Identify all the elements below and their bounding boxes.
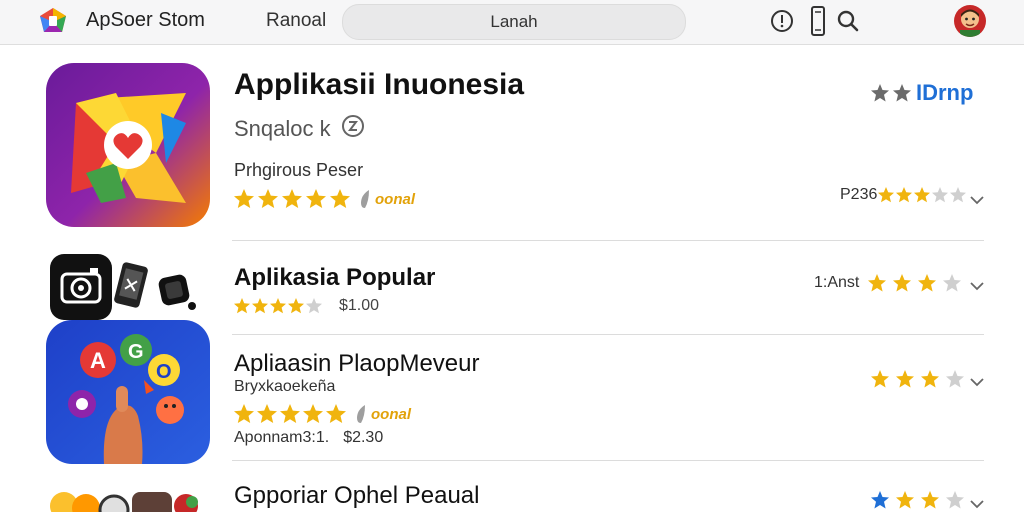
app-price: $1.00 xyxy=(339,297,380,314)
featured-price-rating: P236 xyxy=(840,186,973,204)
divider xyxy=(232,460,984,461)
app-meta: Aponnam3:1. $2.30 xyxy=(234,429,383,447)
chevron-down-icon[interactable] xyxy=(970,374,984,387)
info-icon[interactable] xyxy=(768,7,796,35)
svg-text:O: O xyxy=(156,361,172,383)
featured-app-subtitle: Snqaloc k xyxy=(234,114,365,144)
star-rating-icon xyxy=(868,274,962,292)
search-bar[interactable]: Lanah xyxy=(342,4,686,40)
star-rating-icon xyxy=(871,491,964,509)
app-right-rating xyxy=(870,369,970,394)
leaf-icon xyxy=(355,404,367,424)
leaf-icon xyxy=(359,189,371,209)
star-rating-icon xyxy=(871,370,964,388)
featured-price: P236 xyxy=(840,186,878,203)
star-rating-icon xyxy=(234,189,350,208)
game-app-icon[interactable]: A G O xyxy=(46,320,210,464)
user-avatar[interactable] xyxy=(954,5,986,37)
app-developer: Bryxkaoekeña xyxy=(234,378,336,395)
gray-stars-icon xyxy=(871,84,911,102)
app-rating-stars: oonal xyxy=(233,403,411,425)
divider xyxy=(232,334,984,335)
star-rating-icon xyxy=(878,187,967,203)
featured-app-title[interactable]: Applikasii Inuonesia xyxy=(234,68,524,102)
phone-app-icon[interactable] xyxy=(112,262,150,308)
chevron-down-icon[interactable] xyxy=(970,192,984,205)
featured-subtitle-text: Snqaloc k xyxy=(234,116,331,141)
nav-link[interactable]: Ranoal xyxy=(266,10,326,32)
chevron-down-icon[interactable] xyxy=(970,278,984,291)
star-rating-icon xyxy=(234,404,346,423)
emoji-app-icons[interactable] xyxy=(46,484,210,512)
search-text: Lanah xyxy=(490,12,538,31)
search-icon[interactable] xyxy=(834,7,862,35)
app-right-label: 1:Anst xyxy=(814,274,860,291)
app-store-logo-icon[interactable] xyxy=(38,6,68,36)
app-meta-text: Aponnam3:1. xyxy=(234,429,330,446)
featured-right-label: IDrnp xyxy=(870,80,973,106)
camera-app-icon[interactable] xyxy=(50,254,112,320)
app-right-rating: 1:Anst xyxy=(814,273,967,293)
divider xyxy=(232,240,984,241)
watch-app-icon[interactable] xyxy=(156,270,196,312)
featured-app-developer: Prhgirous Peser xyxy=(234,160,364,180)
app-title[interactable]: Aplikasia Popular xyxy=(234,264,435,292)
app-badge: oonal xyxy=(371,405,411,423)
featured-badge: oonal xyxy=(375,190,415,208)
featured-rating-stars: oonal xyxy=(233,188,415,210)
app-rating-stars: $1.00 xyxy=(233,297,379,315)
app-name: ApSoer Stom xyxy=(86,9,205,31)
top-bar: ApSoer Stom Ranoal Lanah xyxy=(0,0,1024,45)
featured-app-icon[interactable] xyxy=(46,63,210,227)
svg-text:A: A xyxy=(90,348,106,373)
phone-icon[interactable] xyxy=(804,6,832,36)
svg-text:G: G xyxy=(128,341,144,363)
chevron-down-icon[interactable] xyxy=(970,496,984,509)
star-rating-icon xyxy=(234,298,322,314)
app-title[interactable]: Gpporiar Ophel Peaual xyxy=(234,482,479,510)
app-price: $2.30 xyxy=(343,429,384,446)
clock-icon xyxy=(341,114,365,144)
app-right-rating xyxy=(870,490,970,515)
app-title[interactable]: Apliaasin PlaopMeveur xyxy=(234,350,479,378)
featured-right-text[interactable]: IDrnp xyxy=(916,80,973,106)
